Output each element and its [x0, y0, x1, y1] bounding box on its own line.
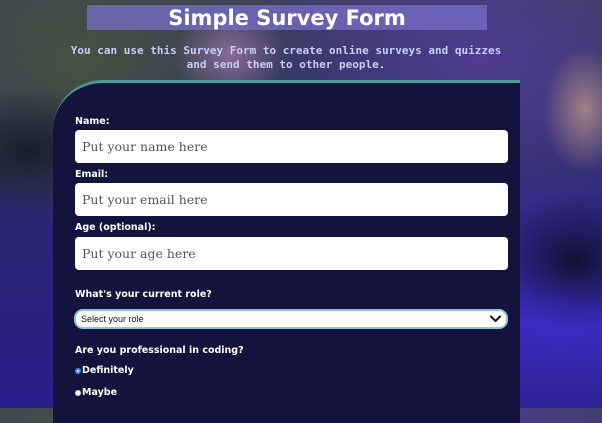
coding-option-definitely[interactable]: Definitely	[75, 365, 134, 376]
page-title: Simple Survey Form	[87, 5, 487, 30]
role-question: What's your current role?	[75, 289, 212, 300]
survey-page: { "header": { "title": "Simple Survey Fo…	[0, 0, 602, 423]
survey-form: Name: Email: Age (optional): What's your…	[53, 80, 520, 423]
coding-question: Are you professional in coding?	[75, 345, 244, 356]
email-label: Email:	[75, 169, 109, 180]
email-input[interactable]	[75, 183, 508, 216]
page-description: You can use this Survey Form to create o…	[70, 44, 502, 71]
name-input[interactable]	[75, 130, 508, 163]
name-label: Name:	[75, 116, 110, 127]
coding-option-maybe[interactable]: Maybe	[75, 387, 117, 398]
radio-unchecked-icon[interactable]	[75, 389, 81, 396]
radio-checked-icon[interactable]	[75, 367, 81, 374]
role-select-value: Select your role	[81, 314, 144, 324]
age-label: Age (optional):	[75, 222, 156, 233]
coding-option-label: Maybe	[82, 387, 118, 398]
role-select[interactable]: Select your role	[74, 309, 508, 329]
chevron-down-icon	[487, 311, 503, 327]
age-input[interactable]	[75, 237, 508, 270]
coding-option-label: Definitely	[82, 365, 134, 376]
